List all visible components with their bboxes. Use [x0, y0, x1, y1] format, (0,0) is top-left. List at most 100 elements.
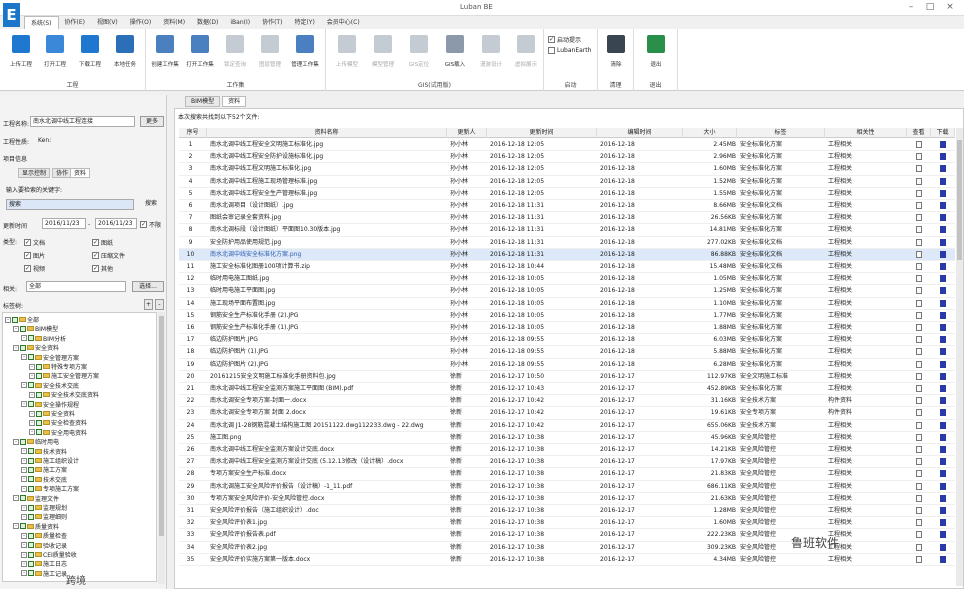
download-project-button[interactable]: 下载工程: [73, 35, 107, 68]
download-icon[interactable]: [940, 153, 946, 161]
view-icon[interactable]: [916, 189, 922, 197]
expand-icon[interactable]: -: [13, 344, 19, 351]
col-relevance[interactable]: 相关性: [825, 128, 907, 138]
download-icon[interactable]: [940, 507, 946, 514]
menu-item[interactable]: 会员中心(C): [321, 16, 366, 29]
tree-checkbox[interactable]: [28, 335, 34, 342]
view-icon[interactable]: [916, 202, 922, 209]
table-row[interactable]: 25 施工图.png 徐新 2016-12-17 10:38 2016-12-17 45.…: [179, 432, 955, 444]
table-row[interactable]: 14 施工现场平面布置图.jpg 孙小林 2016-12-18 10:05 2016-1…: [179, 298, 955, 310]
view-icon[interactable]: [916, 177, 922, 185]
expand-icon[interactable]: -: [21, 457, 27, 464]
view-icon[interactable]: [916, 555, 922, 563]
close-icon[interactable]: ×: [944, 2, 956, 13]
tree-node[interactable]: - 监理文件: [13, 494, 59, 503]
tree-checkbox[interactable]: [20, 495, 26, 502]
expand-icon[interactable]: -: [29, 363, 35, 370]
col-updater[interactable]: 更新人: [447, 128, 487, 138]
tree-node[interactable]: - 技术交底: [21, 475, 67, 484]
tab-bim-model[interactable]: BIM模型: [185, 96, 221, 107]
download-icon[interactable]: [940, 165, 946, 173]
download-icon[interactable]: [940, 226, 946, 234]
date-from-field[interactable]: 2016/11/23: [42, 218, 86, 229]
table-row[interactable]: 7 图纸会审记录全套资料.jpg 孙小林 2016-12-18 11:31 2016-1…: [179, 212, 955, 225]
expand-icon[interactable]: -: [21, 354, 27, 361]
view-icon[interactable]: [916, 409, 922, 417]
tree-checkbox[interactable]: [36, 363, 42, 370]
expand-icon[interactable]: -: [29, 419, 35, 426]
tree-node[interactable]: - BIM分析: [21, 334, 66, 343]
tree-node[interactable]: - CEI质量验收: [21, 550, 77, 559]
download-icon[interactable]: [940, 372, 946, 380]
upload-model-button[interactable]: 上传模型: [330, 35, 364, 68]
related-field[interactable]: 全部: [26, 281, 126, 292]
table-row[interactable]: 13 临时用电施工平面图.jpg 孙小林 2016-12-18 10:05 2016-1…: [179, 285, 955, 298]
table-row[interactable]: 23 南水北调安全专项方案 封面 2.docx 徐新 2016-12-17 10:42…: [179, 407, 955, 420]
expand-icon[interactable]: -: [21, 476, 27, 483]
download-icon[interactable]: [940, 446, 946, 453]
expand-icon[interactable]: -: [29, 372, 35, 379]
tree-checkbox[interactable]: [20, 344, 26, 351]
tree-checkbox[interactable]: [28, 485, 34, 492]
view-icon[interactable]: [916, 348, 922, 356]
view-icon[interactable]: [916, 360, 922, 368]
table-row[interactable]: 35 安全风险评价实施方案第一版本.docx 徐新 2016-12-17 10:38 2…: [179, 554, 955, 566]
type-doc-checkbox[interactable]: ✓ 文档: [24, 238, 45, 247]
expand-icon[interactable]: -: [13, 325, 19, 332]
expand-icon[interactable]: -: [21, 542, 27, 549]
tree-scroll-thumb[interactable]: [159, 316, 164, 536]
exit-button[interactable]: 退出: [639, 35, 673, 68]
type-image-checkbox[interactable]: ✓ 图片: [24, 251, 45, 260]
view-icon[interactable]: [916, 458, 922, 466]
download-icon[interactable]: [940, 482, 946, 490]
col-name[interactable]: 资料名称: [207, 128, 447, 138]
tree-checkbox[interactable]: [28, 504, 34, 511]
table-row[interactable]: 15 钢筋安全生产标准化手册 (2).JPG 孙小林 2016-12-18 10:05…: [179, 310, 955, 322]
menu-item[interactable]: 协作(T): [256, 16, 288, 29]
tree-checkbox[interactable]: [36, 372, 42, 379]
expand-icon[interactable]: -: [29, 410, 35, 417]
view-icon[interactable]: [916, 397, 922, 405]
open-workset-button[interactable]: 打开工作集: [183, 35, 217, 68]
tree-node[interactable]: - 监理规划: [21, 503, 67, 512]
lubanearth-checkbox[interactable]: LubanEarth: [548, 47, 591, 54]
expand-icon[interactable]: -: [21, 382, 27, 389]
project-name-field[interactable]: 南水北调中线工程连接: [30, 116, 135, 127]
table-row[interactable]: 9 安全防护用品使用规范.jpg 孙小林 2016-12-18 11:31 2016-1…: [179, 237, 955, 249]
download-icon[interactable]: [940, 214, 946, 222]
view-icon[interactable]: [916, 385, 922, 392]
tree-checkbox[interactable]: [20, 523, 26, 530]
model-manage-button[interactable]: 模型管理: [366, 35, 400, 68]
table-row[interactable]: 22 南水北调安全专项方案-封面一.docx 徐新 2016-12-17 10:42 2…: [179, 395, 955, 408]
tree-node[interactable]: - 全部: [5, 315, 39, 324]
tree-scrollbar[interactable]: [158, 312, 165, 584]
tree-add-button[interactable]: +: [144, 299, 153, 310]
type-video-checkbox[interactable]: ✓ 视频: [24, 264, 45, 273]
view-icon[interactable]: [916, 250, 922, 258]
col-index[interactable]: 序号: [179, 128, 207, 138]
expand-icon[interactable]: -: [21, 570, 27, 577]
tree-checkbox[interactable]: [20, 438, 26, 445]
table-row[interactable]: 29 南水北调施工安全风险评价报告（设计稿）-1_11.pdf 徐新 2016-12-…: [179, 481, 955, 493]
col-download[interactable]: 下载: [931, 128, 955, 138]
open-project-button[interactable]: 打开工程: [38, 35, 72, 68]
download-icon[interactable]: [940, 433, 946, 441]
download-icon[interactable]: [940, 397, 946, 405]
tree-node[interactable]: - 安全技术交底资料: [29, 390, 99, 399]
tree-node[interactable]: - 施工安全管理方案: [29, 371, 99, 380]
tree-checkbox[interactable]: [20, 325, 26, 332]
tree-checkbox[interactable]: [28, 457, 34, 464]
download-icon[interactable]: [940, 336, 946, 344]
download-icon[interactable]: [940, 202, 946, 209]
table-row[interactable]: 3 南水北调中线工程文明施工标准化.jpg 孙小林 2016-12-18 12:05 2…: [179, 163, 955, 176]
download-icon[interactable]: [940, 275, 946, 283]
tree-checkbox[interactable]: [28, 448, 34, 455]
view-icon[interactable]: [916, 299, 922, 307]
download-icon[interactable]: [940, 311, 946, 319]
tree-node[interactable]: - 验收记录: [21, 541, 67, 550]
tree-node[interactable]: - 安全管理方案: [21, 353, 79, 362]
table-row[interactable]: 18 临边防护图片 (1).JPG 孙小林 2016-12-18 09:55 2016-…: [179, 346, 955, 359]
tree-node[interactable]: - 质量资料: [13, 522, 59, 531]
tree-checkbox[interactable]: [28, 382, 34, 389]
expand-icon[interactable]: -: [21, 513, 27, 520]
